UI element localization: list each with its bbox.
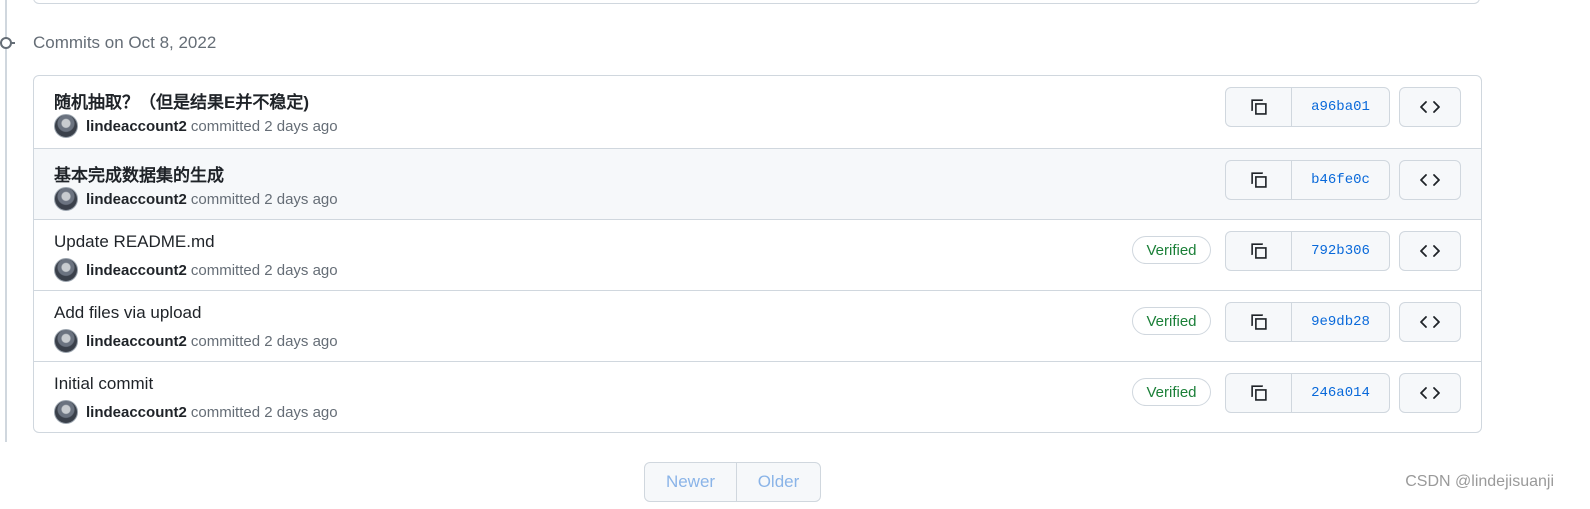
commit-time: committed 2 days ago xyxy=(190,332,338,350)
code-icon xyxy=(1420,101,1440,113)
browse-repository-button[interactable] xyxy=(1399,87,1461,127)
copy-sha-button[interactable] xyxy=(1226,88,1292,126)
commit-sha-link[interactable]: 792b306 xyxy=(1292,232,1389,270)
timeline-line xyxy=(5,0,7,442)
commit-time: committed 2 days ago xyxy=(190,261,338,279)
sha-button-group: 9e9db28 xyxy=(1225,302,1390,342)
newer-button[interactable]: Newer xyxy=(645,463,737,501)
author-link[interactable]: lindeaccount2 xyxy=(86,118,187,135)
code-icon xyxy=(1420,316,1440,328)
author-link[interactable]: lindeaccount2 xyxy=(86,333,187,350)
commit-sha-link[interactable]: b46fe0c xyxy=(1292,161,1389,199)
sha-button-group: 792b306 xyxy=(1225,231,1390,271)
commit-meta: lindeaccount2 committed 2 days ago xyxy=(54,329,338,353)
avatar[interactable] xyxy=(54,329,78,353)
verified-badge[interactable]: Verified xyxy=(1132,236,1211,264)
browse-repository-button[interactable] xyxy=(1399,231,1461,271)
avatar[interactable] xyxy=(54,258,78,282)
commit-time: committed 2 days ago xyxy=(190,117,338,135)
avatar[interactable] xyxy=(54,400,78,424)
commit-message-link[interactable]: 基本完成数据集的生成 xyxy=(54,161,224,186)
verified-badge[interactable]: Verified xyxy=(1132,378,1211,406)
copy-icon xyxy=(1250,314,1267,330)
commit-message-link[interactable]: Add files via upload xyxy=(54,303,201,323)
commit-message-link[interactable]: Initial commit xyxy=(54,374,153,394)
author-link[interactable]: lindeaccount2 xyxy=(86,404,187,421)
commit-row: Initial commit lindeaccount2 committed 2… xyxy=(34,361,1481,432)
author-link[interactable]: lindeaccount2 xyxy=(86,191,187,208)
commit-message-link[interactable]: Update README.md xyxy=(54,232,215,252)
commit-sha-link[interactable]: 246a014 xyxy=(1292,374,1389,412)
git-commit-icon-tail xyxy=(11,42,15,44)
commit-row: Update README.md lindeaccount2 committed… xyxy=(34,219,1481,290)
commit-group-title: Commits on Oct 8, 2022 xyxy=(33,33,217,52)
copy-icon xyxy=(1250,99,1267,115)
commit-list: 随机抽取？（但是结果E并不稳定) lindeaccount2 committed… xyxy=(33,75,1482,433)
verified-badge[interactable]: Verified xyxy=(1132,307,1211,335)
author-link[interactable]: lindeaccount2 xyxy=(86,262,187,279)
copy-sha-button[interactable] xyxy=(1226,232,1292,270)
code-icon xyxy=(1420,174,1440,186)
code-icon xyxy=(1420,387,1440,399)
commit-time: committed 2 days ago xyxy=(190,403,338,421)
commit-sha-link[interactable]: 9e9db28 xyxy=(1292,303,1389,341)
copy-sha-button[interactable] xyxy=(1226,374,1292,412)
commit-row: Add files via upload lindeaccount2 commi… xyxy=(34,290,1481,361)
copy-icon xyxy=(1250,172,1267,188)
avatar[interactable] xyxy=(54,187,78,211)
sha-button-group: 246a014 xyxy=(1225,373,1390,413)
commit-message-link[interactable]: 随机抽取？（但是结果E并不稳定) xyxy=(54,88,309,113)
older-button[interactable]: Older xyxy=(737,463,820,501)
copy-icon xyxy=(1250,243,1267,259)
commit-row: 随机抽取？（但是结果E并不稳定) lindeaccount2 committed… xyxy=(34,76,1481,148)
sha-button-group: b46fe0c xyxy=(1225,160,1390,200)
code-icon xyxy=(1420,245,1440,257)
commit-meta: lindeaccount2 committed 2 days ago xyxy=(54,114,338,138)
commit-row: 基本完成数据集的生成 lindeaccount2 committed 2 day… xyxy=(34,148,1481,219)
pagination: Newer Older xyxy=(644,462,821,502)
previous-commit-list-edge xyxy=(33,0,1480,4)
commit-meta: lindeaccount2 committed 2 days ago xyxy=(54,400,338,424)
commit-sha-link[interactable]: a96ba01 xyxy=(1292,88,1389,126)
commit-time: committed 2 days ago xyxy=(190,190,338,208)
copy-sha-button[interactable] xyxy=(1226,303,1292,341)
commit-meta: lindeaccount2 committed 2 days ago xyxy=(54,187,338,211)
browse-repository-button[interactable] xyxy=(1399,373,1461,413)
avatar[interactable] xyxy=(54,114,78,138)
commit-meta: lindeaccount2 committed 2 days ago xyxy=(54,258,338,282)
watermark: CSDN @lindejisuanji xyxy=(1405,473,1554,490)
sha-button-group: a96ba01 xyxy=(1225,87,1390,127)
browse-repository-button[interactable] xyxy=(1399,160,1461,200)
copy-icon xyxy=(1250,385,1267,401)
browse-repository-button[interactable] xyxy=(1399,302,1461,342)
copy-sha-button[interactable] xyxy=(1226,161,1292,199)
